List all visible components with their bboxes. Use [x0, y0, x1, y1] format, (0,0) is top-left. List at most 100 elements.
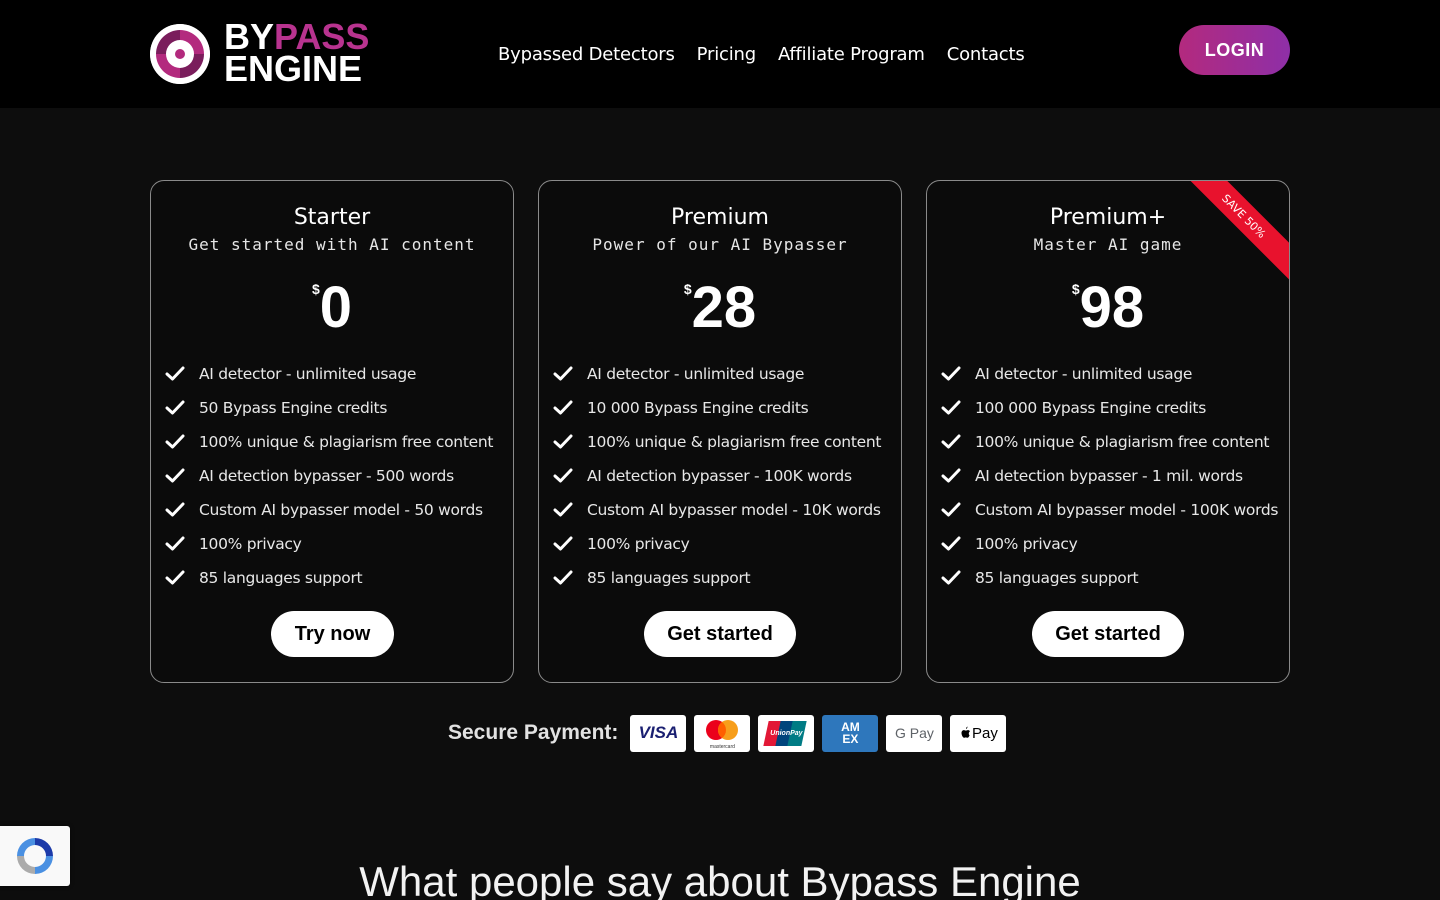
feature-item: Custom AI bypasser model - 10K words — [553, 493, 893, 527]
feature-text: 50 Bypass Engine credits — [199, 399, 388, 417]
plan-price: $98 — [927, 273, 1289, 343]
plan-subtitle: Master AI game — [1033, 235, 1183, 254]
feature-item: 100% unique & plagiarism free content — [165, 425, 505, 459]
feature-text: 100% privacy — [199, 535, 302, 553]
plan-title: Premium+ — [1049, 205, 1167, 230]
feature-item: AI detection bypasser - 500 words — [165, 459, 505, 493]
logo-wordmark: BYPASS ENGINE — [224, 19, 369, 89]
nav-bypassed-detectors[interactable]: Bypassed Detectors — [498, 44, 675, 65]
amex-text: AM EX — [841, 720, 860, 746]
plan-card-premium-plus: SAVE 50% Premium+ Master AI game $98 AI … — [926, 180, 1290, 683]
checkmark-icon — [553, 468, 587, 484]
feature-item: AI detector - unlimited usage — [165, 357, 505, 391]
feature-item: Custom AI bypasser model - 100K words — [941, 493, 1281, 527]
feature-text: 100 000 Bypass Engine credits — [975, 399, 1206, 417]
plan-subtitle: Get started with AI content — [188, 235, 476, 254]
plan-subtitle: Power of our AI Bypasser — [592, 235, 848, 254]
feature-item: AI detection bypasser - 100K words — [553, 459, 893, 493]
price-amount: 28 — [691, 275, 757, 340]
checkmark-icon — [553, 502, 587, 518]
feature-text: Custom AI bypasser model - 10K words — [587, 501, 881, 519]
feature-item: 10 000 Bypass Engine credits — [553, 391, 893, 425]
feature-item: 100% unique & plagiarism free content — [941, 425, 1281, 459]
visa-text: VISA — [638, 723, 679, 742]
currency-symbol: $ — [683, 281, 692, 297]
plan-price: $28 — [539, 273, 901, 343]
feature-text: AI detector - unlimited usage — [199, 365, 417, 383]
apple-pay-text: Pay — [971, 724, 998, 742]
checkmark-icon — [941, 536, 975, 552]
feature-text: 10 000 Bypass Engine credits — [587, 399, 809, 417]
visa-icon: VISA — [630, 714, 687, 752]
nav-pricing[interactable]: Pricing — [697, 44, 756, 65]
feature-item: 50 Bypass Engine credits — [165, 391, 505, 425]
login-button[interactable]: LOGIN — [1179, 25, 1290, 75]
feature-item: Custom AI bypasser model - 50 words — [165, 493, 505, 527]
currency-symbol: $ — [311, 281, 320, 297]
checkmark-icon — [553, 536, 587, 552]
feature-text: 100% unique & plagiarism free content — [587, 433, 882, 451]
site-header: BYPASS ENGINE Bypassed Detectors Pricing… — [0, 0, 1440, 108]
google-pay-icon: G Pay — [886, 714, 943, 752]
google-pay-text: G Pay — [894, 725, 934, 741]
get-started-button[interactable]: Get started — [1032, 611, 1184, 657]
checkmark-icon — [165, 400, 199, 416]
feature-item: 85 languages support — [165, 561, 505, 595]
feature-text: 85 languages support — [587, 569, 751, 587]
checkmark-icon — [165, 502, 199, 518]
feature-text: AI detection bypasser - 500 words — [199, 467, 454, 485]
recaptcha-icon — [17, 838, 53, 874]
feature-list: AI detector - unlimited usage 100 000 Byp… — [941, 357, 1281, 595]
checkmark-icon — [941, 434, 975, 450]
plan-title: Premium — [671, 205, 769, 230]
feature-text: AI detection bypasser - 100K words — [587, 467, 852, 485]
feature-text: AI detector - unlimited usage — [587, 365, 805, 383]
logo[interactable]: BYPASS ENGINE — [150, 19, 390, 89]
feature-text: Custom AI bypasser model - 100K words — [975, 501, 1279, 519]
logo-text-engine: ENGINE — [224, 48, 363, 89]
feature-text: 100% privacy — [975, 535, 1078, 553]
checkmark-icon — [941, 468, 975, 484]
feature-item: 100% unique & plagiarism free content — [553, 425, 893, 459]
unionpay-icon: UnionPay — [758, 714, 815, 752]
plan-price: $0 — [151, 273, 513, 343]
secure-payment: Secure Payment: VISA mastercard UnionPay… — [448, 714, 1014, 752]
feature-text: AI detection bypasser - 1 mil. words — [975, 467, 1243, 485]
checkmark-icon — [553, 434, 587, 450]
feature-list: AI detector - unlimited usage 50 Bypass E… — [165, 357, 505, 595]
feature-item: AI detection bypasser - 1 mil. words — [941, 459, 1281, 493]
recaptcha-badge[interactable] — [0, 826, 70, 886]
feature-text: Custom AI bypasser model - 50 words — [199, 501, 483, 519]
checkmark-icon — [941, 366, 975, 382]
apple-pay-icon: Pay — [950, 714, 1007, 752]
checkmark-icon — [165, 570, 199, 586]
feature-item: 100% privacy — [165, 527, 505, 561]
feature-text: 100% privacy — [587, 535, 690, 553]
testimonials-heading: What people say about Bypass Engine — [359, 858, 1081, 900]
try-now-button[interactable]: Try now — [271, 611, 394, 657]
feature-list: AI detector - unlimited usage 10 000 Bypa… — [553, 357, 893, 595]
feature-item: 85 languages support — [553, 561, 893, 595]
unionpay-text: UnionPay — [770, 729, 803, 737]
feature-text: AI detector - unlimited usage — [975, 365, 1193, 383]
nav-contacts[interactable]: Contacts — [947, 44, 1025, 65]
secure-payment-label: Secure Payment: — [448, 721, 619, 744]
checkmark-icon — [553, 570, 587, 586]
checkmark-icon — [165, 468, 199, 484]
nav-affiliate-program[interactable]: Affiliate Program — [778, 44, 925, 65]
checkmark-icon — [165, 366, 199, 382]
checkmark-icon — [941, 400, 975, 416]
get-started-button[interactable]: Get started — [644, 611, 796, 657]
feature-text: 85 languages support — [975, 569, 1139, 587]
checkmark-icon — [165, 434, 199, 450]
checkmark-icon — [941, 570, 975, 586]
feature-text: 100% unique & plagiarism free content — [199, 433, 494, 451]
feature-item: 100% privacy — [553, 527, 893, 561]
checkmark-icon — [553, 366, 587, 382]
amex-icon: AM EX — [822, 714, 879, 752]
feature-item: 100 000 Bypass Engine credits — [941, 391, 1281, 425]
mastercard-text: mastercard — [709, 743, 735, 750]
checkmark-icon — [941, 502, 975, 518]
checkmark-icon — [553, 400, 587, 416]
feature-text: 85 languages support — [199, 569, 363, 587]
